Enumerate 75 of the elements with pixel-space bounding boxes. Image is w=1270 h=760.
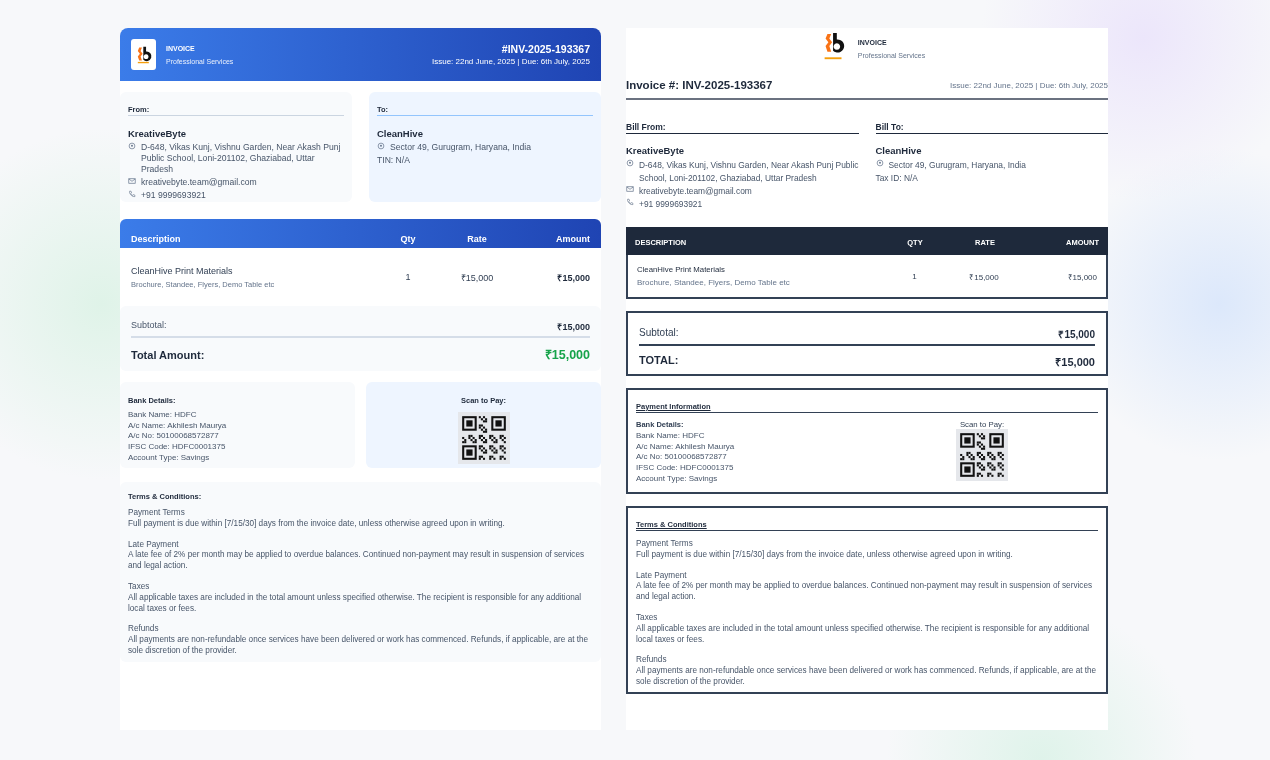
column-header: Amount <box>555 234 590 244</box>
invoice-dates: Issue: 22nd June, 2025 | Due: 6th July, 2025 <box>431 57 590 66</box>
email-text: kreativebyte.team@gmail.com <box>639 185 752 198</box>
bank-detail-text: A/c Name: Akhilesh Maurya <box>636 441 736 453</box>
term-text: A late fee of 2% per month may be applied to overdue balances. Continued non-payment may result in suspension of services and legal action. <box>636 581 1094 603</box>
tax-id-text: Tax ID: N/A <box>875 172 918 185</box>
qr-code-drawing <box>956 429 1008 481</box>
bank-detail-text: IFSC Code: HDFC0001375 <box>128 442 227 453</box>
logo-icon <box>131 39 156 70</box>
total-label: TOTAL: <box>639 354 679 368</box>
bank-detail-text: A/c No: 50100068572877 <box>128 431 220 443</box>
location-icon <box>377 142 385 150</box>
subtotal-value: ₹15,000 <box>557 321 590 333</box>
invoice-dates: Issue: 22nd June, 2025 | Due: 6th July, 2025 <box>949 80 1108 90</box>
term-text: All applicable taxes are included in the total amount unless specified otherwise. The recipient is responsible for any additional local taxes or fees. <box>636 623 1091 646</box>
phone-icon <box>626 198 634 206</box>
table-cell-text: ₹15,000 <box>556 271 590 284</box>
column-header: Rate <box>466 234 488 244</box>
term-heading: Payment Terms <box>128 508 186 519</box>
table-cell-text: ₹15,000 <box>1066 271 1097 282</box>
company-name: KreativeByte <box>128 128 188 139</box>
table-cell-text: ₹15,000 <box>968 271 1000 282</box>
term-text: Full payment is due within [7/15/30] days from the invoice date, unless otherwise agreed upon in writing. <box>636 549 1014 561</box>
item-detail: Brochure, Standee, Flyers, Demo Table etc <box>637 278 791 287</box>
bank-detail-text: Bank Name: HDFC <box>636 431 706 442</box>
term-text: All payments are non-refundable once services have been delivered or work has commenced. Refunds, if applicable, are at the sole discretion of the provider. <box>128 635 590 657</box>
total-label: Total Amount: <box>131 348 205 361</box>
term-heading: Refunds <box>128 624 160 635</box>
location-icon <box>626 159 634 167</box>
item-name: CleanHive Print Materials <box>131 265 234 276</box>
subtotal-label: Subtotal: <box>639 327 679 340</box>
location-icon <box>128 142 136 150</box>
term-heading: Payment Terms <box>636 539 694 550</box>
bank-detail-text: A/c Name: Akhilesh Maurya <box>128 420 228 432</box>
section-label: Bill From: <box>626 122 859 134</box>
total-value: ₹15,000 <box>544 347 590 363</box>
term-text: All payments are non-refundable once services have been delivered or work has commenced. Refunds, if applicable, are at the sole discretion of the provider. <box>636 666 1098 688</box>
tax-id-text: TIN: N/A <box>377 155 410 166</box>
table-cell-text: 1 <box>911 271 918 281</box>
subtotal-value: ₹15,000 <box>1058 328 1095 341</box>
term-heading: Taxes <box>636 613 659 624</box>
section-label: Bill To: <box>875 122 1108 134</box>
term-heading: Taxes <box>128 582 151 593</box>
location-icon <box>875 159 884 167</box>
total-value: ₹15,000 <box>1055 355 1095 369</box>
address-text: Sector 49, Gurugram, Haryana, India <box>390 142 531 153</box>
term-heading: Refunds <box>636 655 668 666</box>
mail-icon <box>128 177 136 185</box>
bank-detail-text: Bank Name: HDFC <box>128 410 198 421</box>
bank-detail-text: A/c No: 50100068572877 <box>636 452 728 464</box>
company-name: CleanHive <box>377 128 424 139</box>
qr-code-drawing <box>457 412 510 464</box>
term-text: All applicable taxes are included in the total amount unless specified otherwise. The recipient is responsible for any additional local taxes or fees. <box>128 592 583 615</box>
address-text: Sector 49, Gurugram, Haryana, India <box>888 159 1026 172</box>
term-text: A late fee of 2% per month may be applied to overdue balances. Continued non-payment may result in suspension of services and legal action. <box>128 550 586 572</box>
column-header: Description <box>131 234 182 244</box>
term-text: Full payment is due within [7/15/30] days from the invoice date, unless otherwise agreed upon in writing. <box>128 518 506 530</box>
table-cell-text: ₹15,000 <box>459 271 495 284</box>
phone-icon <box>128 190 136 198</box>
email-text: kreativebyte.team@gmail.com <box>141 177 257 188</box>
subtotal-label: Subtotal: <box>131 320 167 332</box>
bank-detail-text: IFSC Code: HDFC0001375 <box>636 463 735 474</box>
term-heading: Late Payment <box>128 539 180 550</box>
phone-text: +91 9999693921 <box>639 198 703 211</box>
company-name: KreativeByte <box>626 145 686 156</box>
invoice-number: Invoice #: INV-2025-193367 <box>626 79 773 91</box>
table-cell-text: 1 <box>404 272 412 282</box>
company-name: CleanHive <box>875 145 923 156</box>
bank-detail-text: Account Type: Savings <box>128 452 211 464</box>
column-header: Qty <box>399 234 417 244</box>
term-heading: Late Payment <box>636 570 688 581</box>
invoice-number: #INV-2025-193367 <box>501 43 590 55</box>
bank-detail-text: Account Type: Savings <box>636 473 719 485</box>
phone-text: +91 9999693921 <box>141 190 206 201</box>
mail-icon <box>626 185 634 193</box>
